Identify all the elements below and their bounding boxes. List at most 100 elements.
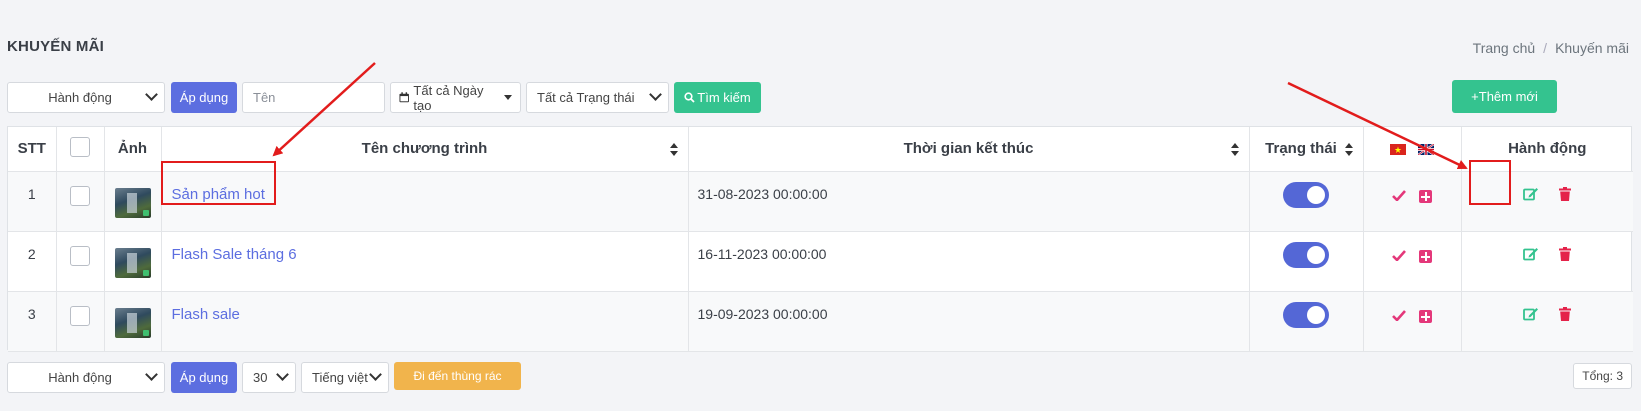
row-status-cell — [1249, 171, 1364, 232]
page-size-value: 30 — [253, 370, 268, 385]
chevron-down-icon — [369, 368, 382, 381]
bulk-action-select[interactable]: Hành động — [7, 82, 165, 113]
table-row: 2 Flash Sale tháng 6 16-11-2023 00:00:00 — [8, 231, 1633, 292]
promotion-thumbnail[interactable] — [114, 307, 151, 338]
col-language-header — [1363, 127, 1462, 172]
footer-bulk-action-value: Hành động — [48, 370, 112, 385]
chevron-down-icon — [649, 88, 662, 101]
row-end-time-cell: 31-08-2023 00:00:00 — [688, 171, 1250, 232]
chevron-down-icon — [276, 368, 289, 381]
col-status-header[interactable]: Trạng thái — [1249, 127, 1364, 172]
add-new-button[interactable]: +Thêm mới — [1452, 80, 1557, 113]
check-icon[interactable] — [1391, 249, 1406, 262]
date-filter-dropdown[interactable]: Tất cả Ngày tạo — [390, 82, 521, 113]
vietnam-flag-icon — [1389, 143, 1406, 155]
row-language-cell — [1363, 291, 1462, 352]
language-value: Tiếng việt — [312, 370, 368, 385]
edit-icon[interactable] — [1523, 187, 1539, 201]
add-translation-icon[interactable] — [1419, 250, 1433, 264]
calendar-icon — [399, 92, 409, 103]
promotion-thumbnail[interactable] — [114, 247, 151, 278]
row-actions-cell — [1461, 291, 1633, 352]
col-name-label: Tên chương trình — [361, 140, 488, 158]
page-size-select[interactable]: 30 — [242, 362, 296, 393]
row-checkbox[interactable] — [70, 305, 90, 326]
table-row: 3 Flash sale 19-09-2023 00:00:00 — [8, 291, 1633, 352]
col-image-header: Ảnh — [104, 127, 162, 172]
check-icon[interactable] — [1391, 189, 1406, 202]
chevron-down-icon — [145, 368, 158, 381]
sort-icon[interactable] — [1344, 143, 1353, 157]
chevron-down-icon — [145, 88, 158, 101]
bulk-action-value: Hành động — [48, 90, 112, 105]
col-stt-header: STT — [8, 127, 57, 172]
select-all-checkbox[interactable] — [70, 136, 90, 157]
col-select-header — [56, 127, 105, 172]
promotions-table: STT Ảnh Tên chương trình Thời gian kết t… — [7, 126, 1633, 352]
page-header: KHUYẾN MÃI Trang chủ / Khuyến mãi — [7, 38, 1641, 62]
name-search-input[interactable] — [242, 82, 385, 113]
search-icon — [684, 92, 695, 103]
col-end-time-label: Thời gian kết thúc — [903, 140, 1034, 158]
row-checkbox-cell — [56, 171, 105, 232]
row-checkbox[interactable] — [70, 185, 90, 206]
breadcrumb-home-link[interactable]: Trang chủ — [1473, 40, 1536, 56]
search-button-label: Tìm kiếm — [697, 90, 751, 105]
row-checkbox-cell — [56, 291, 105, 352]
sort-icon[interactable] — [1230, 143, 1239, 157]
row-checkbox[interactable] — [70, 245, 90, 266]
col-status-label: Trạng thái — [1265, 140, 1337, 158]
row-status-cell — [1249, 291, 1364, 352]
row-end-time-cell: 16-11-2023 00:00:00 — [688, 231, 1250, 292]
end-time-value: 19-09-2023 00:00:00 — [697, 305, 828, 322]
table-footer: Hành động Áp dụng 30 Tiếng việt Đi đến t… — [7, 346, 1632, 393]
caret-down-icon — [504, 95, 512, 100]
page-title: KHUYẾN MÃI — [7, 38, 105, 55]
total-count: Tổng: 3 — [1573, 363, 1632, 389]
status-filter-select[interactable]: Tất cả Trạng thái — [526, 82, 669, 113]
row-image-cell — [104, 231, 162, 292]
row-stt: 1 — [8, 171, 57, 232]
sort-icon[interactable] — [669, 143, 678, 157]
row-image-cell — [104, 171, 162, 232]
row-stt: 2 — [8, 231, 57, 292]
add-translation-icon[interactable] — [1419, 190, 1433, 204]
end-time-value: 31-08-2023 00:00:00 — [697, 185, 828, 202]
row-name-cell: Flash Sale tháng 6 — [161, 231, 689, 292]
check-icon[interactable] — [1391, 309, 1406, 322]
breadcrumb: Trang chủ / Khuyến mãi — [1473, 40, 1629, 56]
trash-icon[interactable] — [1559, 246, 1572, 261]
col-end-time-header[interactable]: Thời gian kết thúc — [688, 127, 1250, 172]
row-language-cell — [1363, 231, 1462, 292]
row-end-time-cell: 19-09-2023 00:00:00 — [688, 291, 1250, 352]
status-filter-value: Tất cả Trạng thái — [537, 90, 635, 105]
add-translation-icon[interactable] — [1419, 310, 1433, 324]
language-select[interactable]: Tiếng việt — [301, 362, 389, 393]
uk-flag-icon — [1418, 143, 1435, 155]
edit-icon[interactable] — [1523, 247, 1539, 261]
status-toggle[interactable] — [1283, 181, 1329, 208]
breadcrumb-separator: / — [1543, 40, 1548, 56]
status-toggle[interactable] — [1283, 241, 1329, 268]
trash-icon[interactable] — [1559, 186, 1572, 201]
date-filter-value: Tất cả Ngày tạo — [413, 82, 484, 113]
promotion-name-link[interactable]: Flash Sale tháng 6 — [162, 246, 297, 263]
search-button[interactable]: Tìm kiếm — [674, 82, 761, 113]
end-time-value: 16-11-2023 00:00:00 — [697, 245, 827, 262]
footer-bulk-action-select[interactable]: Hành động — [7, 362, 165, 393]
breadcrumb-current: Khuyến mãi — [1555, 40, 1629, 56]
trash-icon[interactable] — [1559, 306, 1572, 321]
row-language-cell — [1363, 171, 1462, 232]
go-to-trash-button[interactable]: Đi đến thùng rác — [394, 362, 521, 390]
promotion-name-link[interactable]: Flash sale — [162, 306, 240, 323]
status-toggle[interactable] — [1283, 301, 1329, 328]
promotion-thumbnail[interactable] — [114, 187, 151, 218]
footer-apply-button[interactable]: Áp dụng — [171, 362, 237, 393]
toolbar: Hành động Áp dụng Tất cả Ngày tạo Tất cả… — [7, 80, 1632, 114]
row-stt: 3 — [8, 291, 57, 352]
annotation-highlight-edit — [1469, 160, 1511, 205]
edit-icon[interactable] — [1523, 307, 1539, 321]
row-checkbox-cell — [56, 231, 105, 292]
apply-button[interactable]: Áp dụng — [171, 82, 237, 113]
row-name-cell: Flash sale — [161, 291, 689, 352]
